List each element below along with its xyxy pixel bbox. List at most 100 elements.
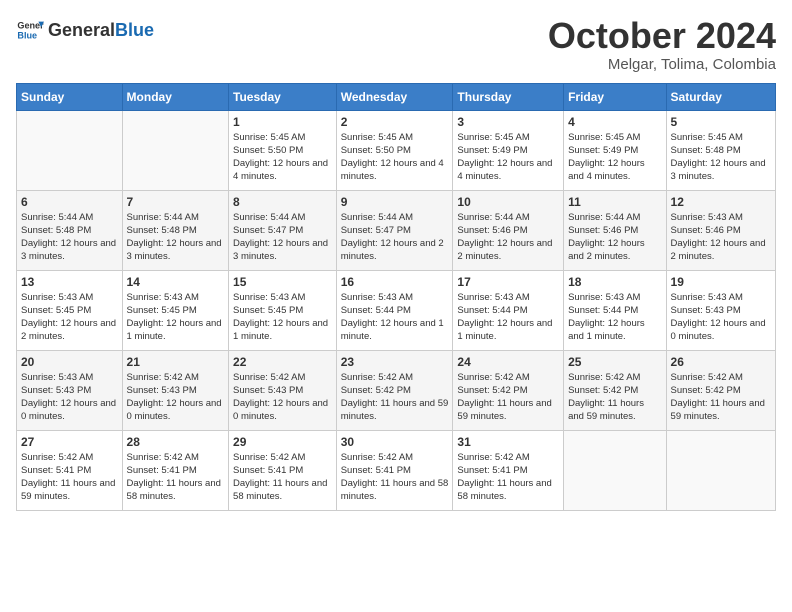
day-header-monday: Monday bbox=[122, 83, 229, 110]
day-number: 5 bbox=[671, 115, 771, 129]
day-cell: 1 Sunrise: 5:45 AM Sunset: 5:50 PM Daylig… bbox=[229, 110, 337, 190]
day-header-wednesday: Wednesday bbox=[336, 83, 453, 110]
day-number: 31 bbox=[457, 435, 559, 449]
day-header-tuesday: Tuesday bbox=[229, 83, 337, 110]
month-title: October 2024 bbox=[548, 16, 776, 56]
day-number: 7 bbox=[127, 195, 225, 209]
day-cell: 4 Sunrise: 5:45 AM Sunset: 5:49 PM Daylig… bbox=[564, 110, 666, 190]
logo-blue: Blue bbox=[115, 20, 154, 41]
day-header-friday: Friday bbox=[564, 83, 666, 110]
day-number: 19 bbox=[671, 275, 771, 289]
day-info: Sunrise: 5:44 AM Sunset: 5:47 PM Dayligh… bbox=[341, 211, 449, 264]
day-info: Sunrise: 5:42 AM Sunset: 5:43 PM Dayligh… bbox=[127, 371, 225, 424]
day-info: Sunrise: 5:43 AM Sunset: 5:45 PM Dayligh… bbox=[21, 291, 118, 344]
day-header-sunday: Sunday bbox=[17, 83, 123, 110]
day-cell: 27 Sunrise: 5:42 AM Sunset: 5:41 PM Dayli… bbox=[17, 430, 123, 510]
day-info: Sunrise: 5:44 AM Sunset: 5:48 PM Dayligh… bbox=[21, 211, 118, 264]
week-row-1: 1 Sunrise: 5:45 AM Sunset: 5:50 PM Daylig… bbox=[17, 110, 776, 190]
day-cell: 3Sunrise: 5:45 AM Sunset: 5:49 PM Daylig… bbox=[453, 110, 564, 190]
day-number: 22 bbox=[233, 355, 332, 369]
day-number: 23 bbox=[341, 355, 449, 369]
logo-general: General bbox=[48, 20, 115, 41]
day-header-thursday: Thursday bbox=[453, 83, 564, 110]
day-number: 14 bbox=[127, 275, 225, 289]
day-cell: 30 Sunrise: 5:42 AM Sunset: 5:41 PM Dayli… bbox=[336, 430, 453, 510]
day-info: Sunrise: 5:44 AM Sunset: 5:47 PM Dayligh… bbox=[233, 211, 332, 264]
day-cell: 17Sunrise: 5:43 AM Sunset: 5:44 PM Dayli… bbox=[453, 270, 564, 350]
day-cell: 31 Sunrise: 5:42 AM Sunset: 5:41 PM Dayli… bbox=[453, 430, 564, 510]
day-info: Sunrise: 5:44 AM Sunset: 5:46 PM Dayligh… bbox=[457, 211, 559, 264]
day-cell: 12 Sunrise: 5:43 AM Sunset: 5:46 PM Dayli… bbox=[666, 190, 775, 270]
day-cell: 19 Sunrise: 5:43 AM Sunset: 5:43 PM Dayli… bbox=[666, 270, 775, 350]
day-cell: 23 Sunrise: 5:42 AM Sunset: 5:42 PM Dayli… bbox=[336, 350, 453, 430]
day-number: 18 bbox=[568, 275, 661, 289]
day-number: 29 bbox=[233, 435, 332, 449]
day-number: 30 bbox=[341, 435, 449, 449]
day-cell: 2 Sunrise: 5:45 AM Sunset: 5:50 PM Daylig… bbox=[336, 110, 453, 190]
day-number: 17 bbox=[457, 275, 559, 289]
day-number: 1 bbox=[233, 115, 332, 129]
day-number: 2 bbox=[341, 115, 449, 129]
days-header-row: SundayMondayTuesdayWednesdayThursdayFrid… bbox=[17, 83, 776, 110]
day-info: Sunrise: 5:45 AM Sunset: 5:49 PM Dayligh… bbox=[568, 131, 661, 184]
day-info: Sunrise: 5:43 AM Sunset: 5:45 PM Dayligh… bbox=[127, 291, 225, 344]
day-cell bbox=[666, 430, 775, 510]
day-number: 10 bbox=[457, 195, 559, 209]
day-info: Sunrise: 5:42 AM Sunset: 5:42 PM Dayligh… bbox=[457, 371, 559, 424]
day-number: 11 bbox=[568, 195, 661, 209]
day-number: 4 bbox=[568, 115, 661, 129]
day-number: 12 bbox=[671, 195, 771, 209]
logo: General Blue General Blue bbox=[16, 16, 154, 44]
day-info: Sunrise: 5:45 AM Sunset: 5:48 PM Dayligh… bbox=[671, 131, 771, 184]
day-number: 25 bbox=[568, 355, 661, 369]
day-cell: 15 Sunrise: 5:43 AM Sunset: 5:45 PM Dayli… bbox=[229, 270, 337, 350]
day-cell: 28Sunrise: 5:42 AM Sunset: 5:41 PM Dayli… bbox=[122, 430, 229, 510]
logo-icon: General Blue bbox=[16, 16, 44, 44]
day-info: Sunrise: 5:43 AM Sunset: 5:44 PM Dayligh… bbox=[568, 291, 661, 344]
day-number: 26 bbox=[671, 355, 771, 369]
day-cell: 22 Sunrise: 5:42 AM Sunset: 5:43 PM Dayli… bbox=[229, 350, 337, 430]
day-info: Sunrise: 5:44 AM Sunset: 5:46 PM Dayligh… bbox=[568, 211, 661, 264]
day-info: Sunrise: 5:42 AM Sunset: 5:41 PM Dayligh… bbox=[127, 451, 225, 504]
day-number: 16 bbox=[341, 275, 449, 289]
day-info: Sunrise: 5:42 AM Sunset: 5:41 PM Dayligh… bbox=[21, 451, 118, 504]
day-cell: 9 Sunrise: 5:44 AM Sunset: 5:47 PM Daylig… bbox=[336, 190, 453, 270]
day-info: Sunrise: 5:45 AM Sunset: 5:50 PM Dayligh… bbox=[341, 131, 449, 184]
day-number: 15 bbox=[233, 275, 332, 289]
day-cell: 5 Sunrise: 5:45 AM Sunset: 5:48 PM Daylig… bbox=[666, 110, 775, 190]
day-cell: 8Sunrise: 5:44 AM Sunset: 5:47 PM Daylig… bbox=[229, 190, 337, 270]
day-info: Sunrise: 5:44 AM Sunset: 5:48 PM Dayligh… bbox=[127, 211, 225, 264]
day-info: Sunrise: 5:42 AM Sunset: 5:41 PM Dayligh… bbox=[457, 451, 559, 504]
day-info: Sunrise: 5:43 AM Sunset: 5:44 PM Dayligh… bbox=[341, 291, 449, 344]
day-info: Sunrise: 5:42 AM Sunset: 5:41 PM Dayligh… bbox=[341, 451, 449, 504]
day-cell bbox=[564, 430, 666, 510]
day-cell: 26 Sunrise: 5:42 AM Sunset: 5:42 PM Dayli… bbox=[666, 350, 775, 430]
day-cell: 25 Sunrise: 5:42 AM Sunset: 5:42 PM Dayli… bbox=[564, 350, 666, 430]
day-info: Sunrise: 5:43 AM Sunset: 5:43 PM Dayligh… bbox=[21, 371, 118, 424]
day-info: Sunrise: 5:42 AM Sunset: 5:41 PM Dayligh… bbox=[233, 451, 332, 504]
day-number: 13 bbox=[21, 275, 118, 289]
header: General Blue General Blue October 2024 M… bbox=[16, 16, 776, 73]
day-info: Sunrise: 5:43 AM Sunset: 5:45 PM Dayligh… bbox=[233, 291, 332, 344]
week-row-5: 27 Sunrise: 5:42 AM Sunset: 5:41 PM Dayli… bbox=[17, 430, 776, 510]
day-number: 24 bbox=[457, 355, 559, 369]
day-cell: 13 Sunrise: 5:43 AM Sunset: 5:45 PM Dayli… bbox=[17, 270, 123, 350]
day-cell: 6 Sunrise: 5:44 AM Sunset: 5:48 PM Daylig… bbox=[17, 190, 123, 270]
day-info: Sunrise: 5:42 AM Sunset: 5:43 PM Dayligh… bbox=[233, 371, 332, 424]
day-info: Sunrise: 5:42 AM Sunset: 5:42 PM Dayligh… bbox=[568, 371, 661, 424]
week-row-2: 6 Sunrise: 5:44 AM Sunset: 5:48 PM Daylig… bbox=[17, 190, 776, 270]
day-number: 27 bbox=[21, 435, 118, 449]
day-cell: 20 Sunrise: 5:43 AM Sunset: 5:43 PM Dayli… bbox=[17, 350, 123, 430]
day-number: 6 bbox=[21, 195, 118, 209]
week-row-4: 20 Sunrise: 5:43 AM Sunset: 5:43 PM Dayli… bbox=[17, 350, 776, 430]
day-header-saturday: Saturday bbox=[666, 83, 775, 110]
day-info: Sunrise: 5:43 AM Sunset: 5:43 PM Dayligh… bbox=[671, 291, 771, 344]
day-number: 9 bbox=[341, 195, 449, 209]
day-number: 20 bbox=[21, 355, 118, 369]
day-info: Sunrise: 5:42 AM Sunset: 5:42 PM Dayligh… bbox=[671, 371, 771, 424]
day-info: Sunrise: 5:45 AM Sunset: 5:50 PM Dayligh… bbox=[233, 131, 332, 184]
day-info: Sunrise: 5:43 AM Sunset: 5:46 PM Dayligh… bbox=[671, 211, 771, 264]
day-cell: 14 Sunrise: 5:43 AM Sunset: 5:45 PM Dayli… bbox=[122, 270, 229, 350]
day-cell: 11 Sunrise: 5:44 AM Sunset: 5:46 PM Dayli… bbox=[564, 190, 666, 270]
day-info: Sunrise: 5:42 AM Sunset: 5:42 PM Dayligh… bbox=[341, 371, 449, 424]
